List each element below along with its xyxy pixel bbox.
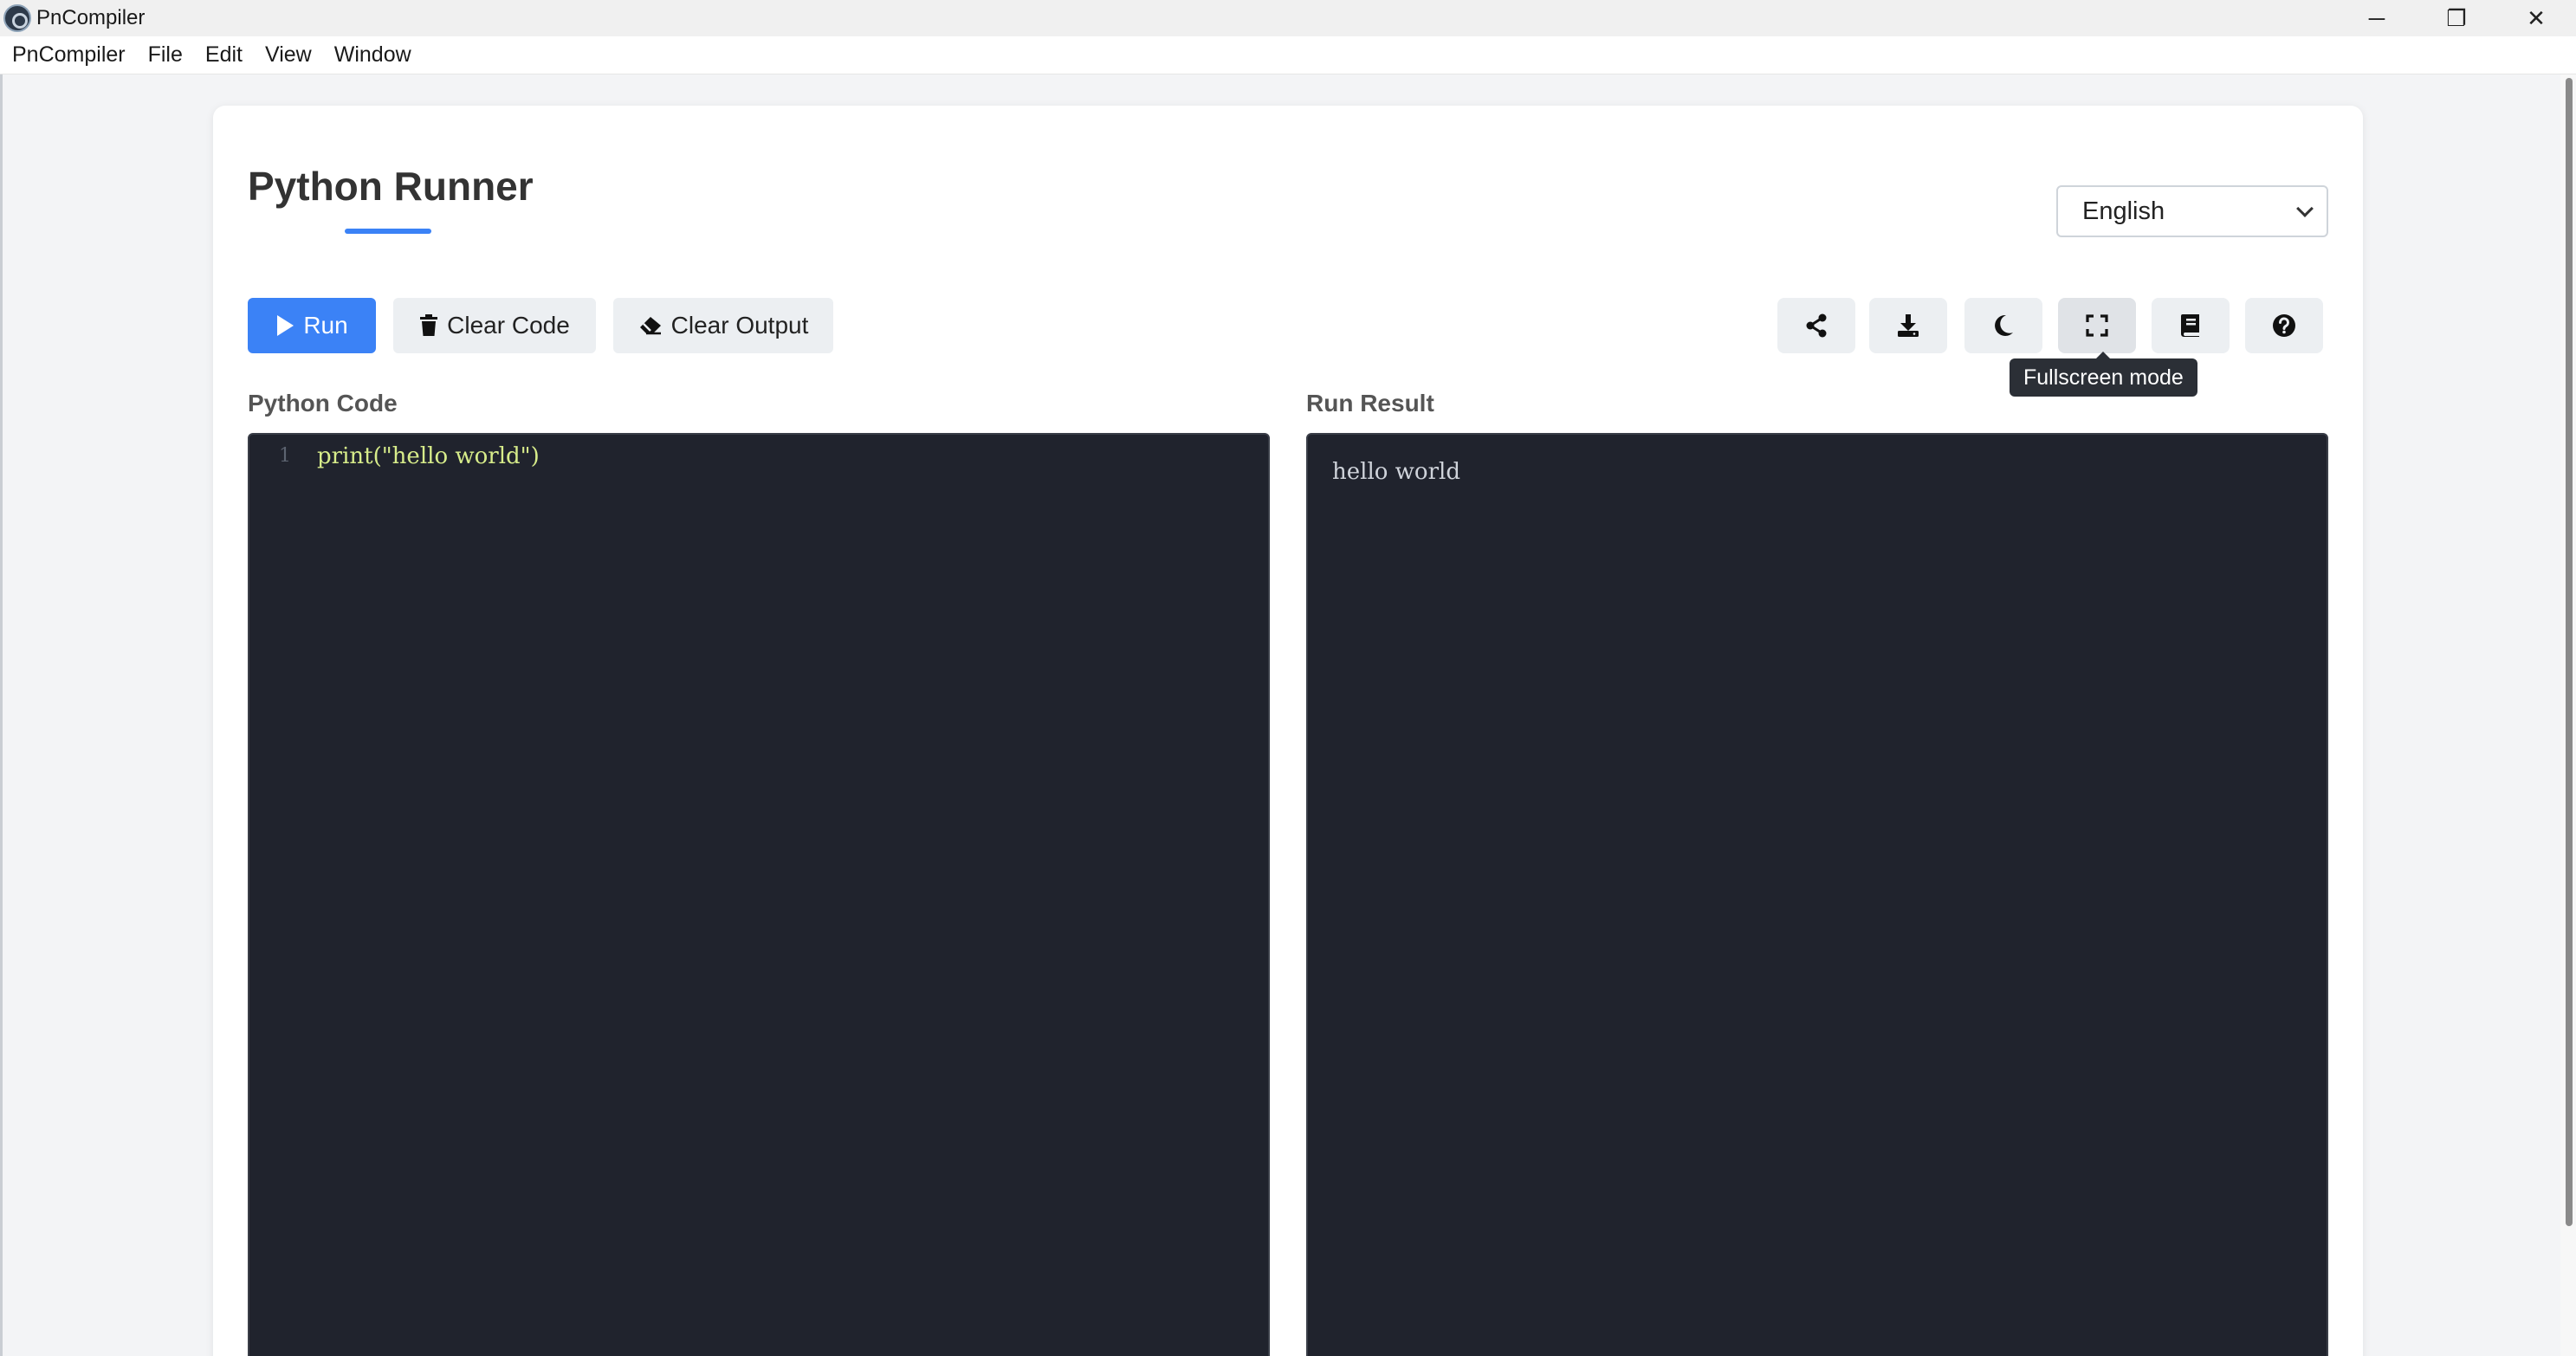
minimize-button[interactable]: ─: [2337, 0, 2417, 36]
result-output: hello world: [1332, 459, 1460, 485]
code-line-text: print("hello world"): [317, 443, 540, 469]
theme-toggle-button[interactable]: [1964, 298, 2042, 353]
restore-button[interactable]: ❐: [2417, 0, 2496, 36]
menu-item-pncompiler[interactable]: PnCompiler: [12, 42, 126, 68]
clear-output-button-label: Clear Output: [670, 312, 809, 339]
menu-item-view[interactable]: View: [265, 42, 312, 68]
title-bar: PnCompiler ─ ❐ ✕: [0, 0, 2576, 36]
eraser-icon: [638, 315, 663, 336]
download-icon: [1898, 314, 1919, 337]
trash-icon: [419, 314, 438, 337]
close-button[interactable]: ✕: [2496, 0, 2576, 36]
code-pane-label: Python Code: [248, 390, 398, 416]
docs-button[interactable]: [2152, 298, 2230, 353]
window-left-edge: [0, 74, 3, 1356]
window-controls: ─ ❐ ✕: [2337, 0, 2576, 36]
share-icon: [1806, 313, 1827, 338]
result-pane-label: Run Result: [1306, 390, 1434, 416]
clear-code-button[interactable]: Clear Code: [393, 298, 596, 353]
menu-item-file[interactable]: File: [148, 42, 183, 68]
page-title: Python Runner: [248, 164, 534, 209]
code-editor[interactable]: 1 print("hello world"): [248, 433, 1270, 1356]
run-button[interactable]: Run: [248, 298, 376, 353]
help-icon: [2273, 314, 2295, 337]
clear-code-button-label: Clear Code: [447, 312, 570, 339]
run-button-label: Run: [303, 312, 348, 339]
run-result-panel: hello world: [1306, 433, 2328, 1356]
fullscreen-button[interactable]: [2058, 298, 2136, 353]
window-title: PnCompiler: [36, 6, 146, 29]
code-line: 1 print("hello world"): [279, 443, 540, 469]
fullscreen-tooltip: Fullscreen mode: [2010, 352, 2197, 397]
title-underline: [345, 229, 431, 234]
help-button[interactable]: [2245, 298, 2323, 353]
menu-bar: PnCompiler File Edit View Window: [0, 36, 2576, 74]
clear-output-button[interactable]: Clear Output: [613, 298, 833, 353]
moon-icon: [1995, 314, 2013, 336]
main-card: Python Runner English Run Clear Code Cle…: [213, 106, 2363, 1356]
app-logo-icon: [3, 4, 31, 32]
line-number: 1: [279, 445, 291, 467]
download-button[interactable]: [1869, 298, 1947, 353]
play-icon: [275, 314, 294, 337]
fullscreen-icon: [2086, 314, 2108, 337]
page-scrollbar-thumb[interactable]: [2566, 78, 2573, 1226]
menu-item-edit[interactable]: Edit: [205, 42, 243, 68]
menu-item-window[interactable]: Window: [334, 42, 411, 68]
book-icon: [2181, 314, 2199, 337]
chevron-down-icon: [2296, 200, 2314, 217]
language-select[interactable]: English: [2056, 185, 2328, 237]
share-button[interactable]: [1777, 298, 1855, 353]
language-select-value: English: [2082, 197, 2165, 225]
